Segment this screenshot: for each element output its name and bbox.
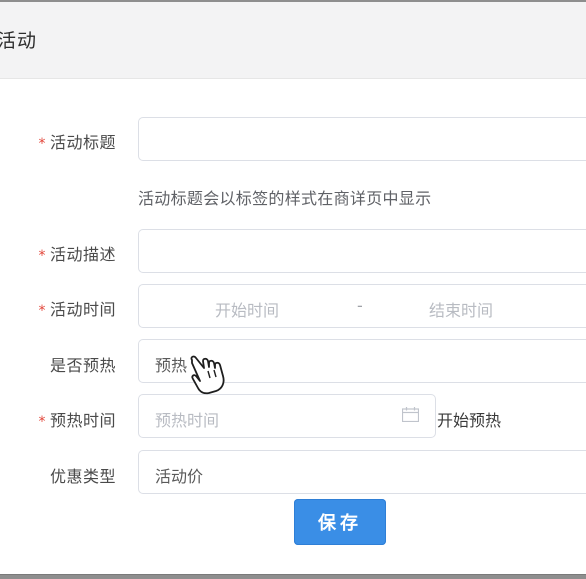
save-button[interactable]: 保存 <box>294 499 386 545</box>
discount-type-label: 优惠类型 <box>49 467 116 486</box>
preheat-value: 预热 <box>155 356 188 375</box>
preheat-label: 是否预热 <box>49 356 116 375</box>
hand-pointer-icon <box>190 355 225 395</box>
discount-type-select[interactable]: 活动价 <box>138 450 586 494</box>
preheat-time-picker[interactable]: 预热时间 <box>138 394 436 438</box>
preheat-start-suffix: 开始预热 <box>437 411 502 430</box>
range-separator: - <box>357 296 363 315</box>
activity-title-hint: 活动标题会以标签的样式在商详页中显示 <box>138 189 432 208</box>
required-mark: * <box>38 136 46 152</box>
end-time-placeholder[interactable]: 结束时间 <box>429 297 493 321</box>
activity-dialog: 活动 * 活动标题 活动标题会以标签的样式在商详页中显示 * 活动描述 * 活动时间 … <box>0 2 586 575</box>
calendar-icon[interactable] <box>402 407 419 422</box>
activity-time-label: * 活动时间 <box>38 300 116 319</box>
required-mark: * <box>38 303 46 319</box>
dialog-header: 活动 <box>0 2 586 79</box>
activity-time-range-picker[interactable]: 开始时间 - 结束时间 <box>138 284 586 328</box>
dialog-title: 活动 <box>0 30 38 52</box>
activity-title-label: * 活动标题 <box>38 133 116 152</box>
activity-title-input[interactable] <box>138 117 586 161</box>
activity-desc-label: * 活动描述 <box>38 245 116 264</box>
start-time-placeholder[interactable]: 开始时间 <box>215 297 279 321</box>
discount-type-value: 活动价 <box>155 467 204 486</box>
preheat-time-placeholder: 预热时间 <box>155 411 220 430</box>
preheat-time-label: * 预热时间 <box>38 411 116 430</box>
activity-desc-input[interactable] <box>138 229 586 273</box>
required-mark: * <box>38 248 46 264</box>
required-mark: * <box>38 414 46 430</box>
